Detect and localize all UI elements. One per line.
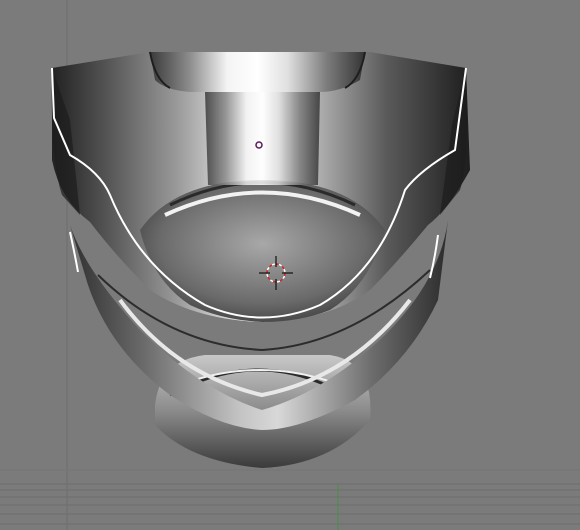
3d-viewport[interactable]: 3d-view	[0, 0, 580, 530]
viewport-canvas[interactable]	[0, 0, 580, 530]
mask-mesh[interactable]	[51, 51, 470, 468]
mask-forehead-band	[150, 52, 365, 92]
mask-nose-bridge	[205, 92, 320, 185]
